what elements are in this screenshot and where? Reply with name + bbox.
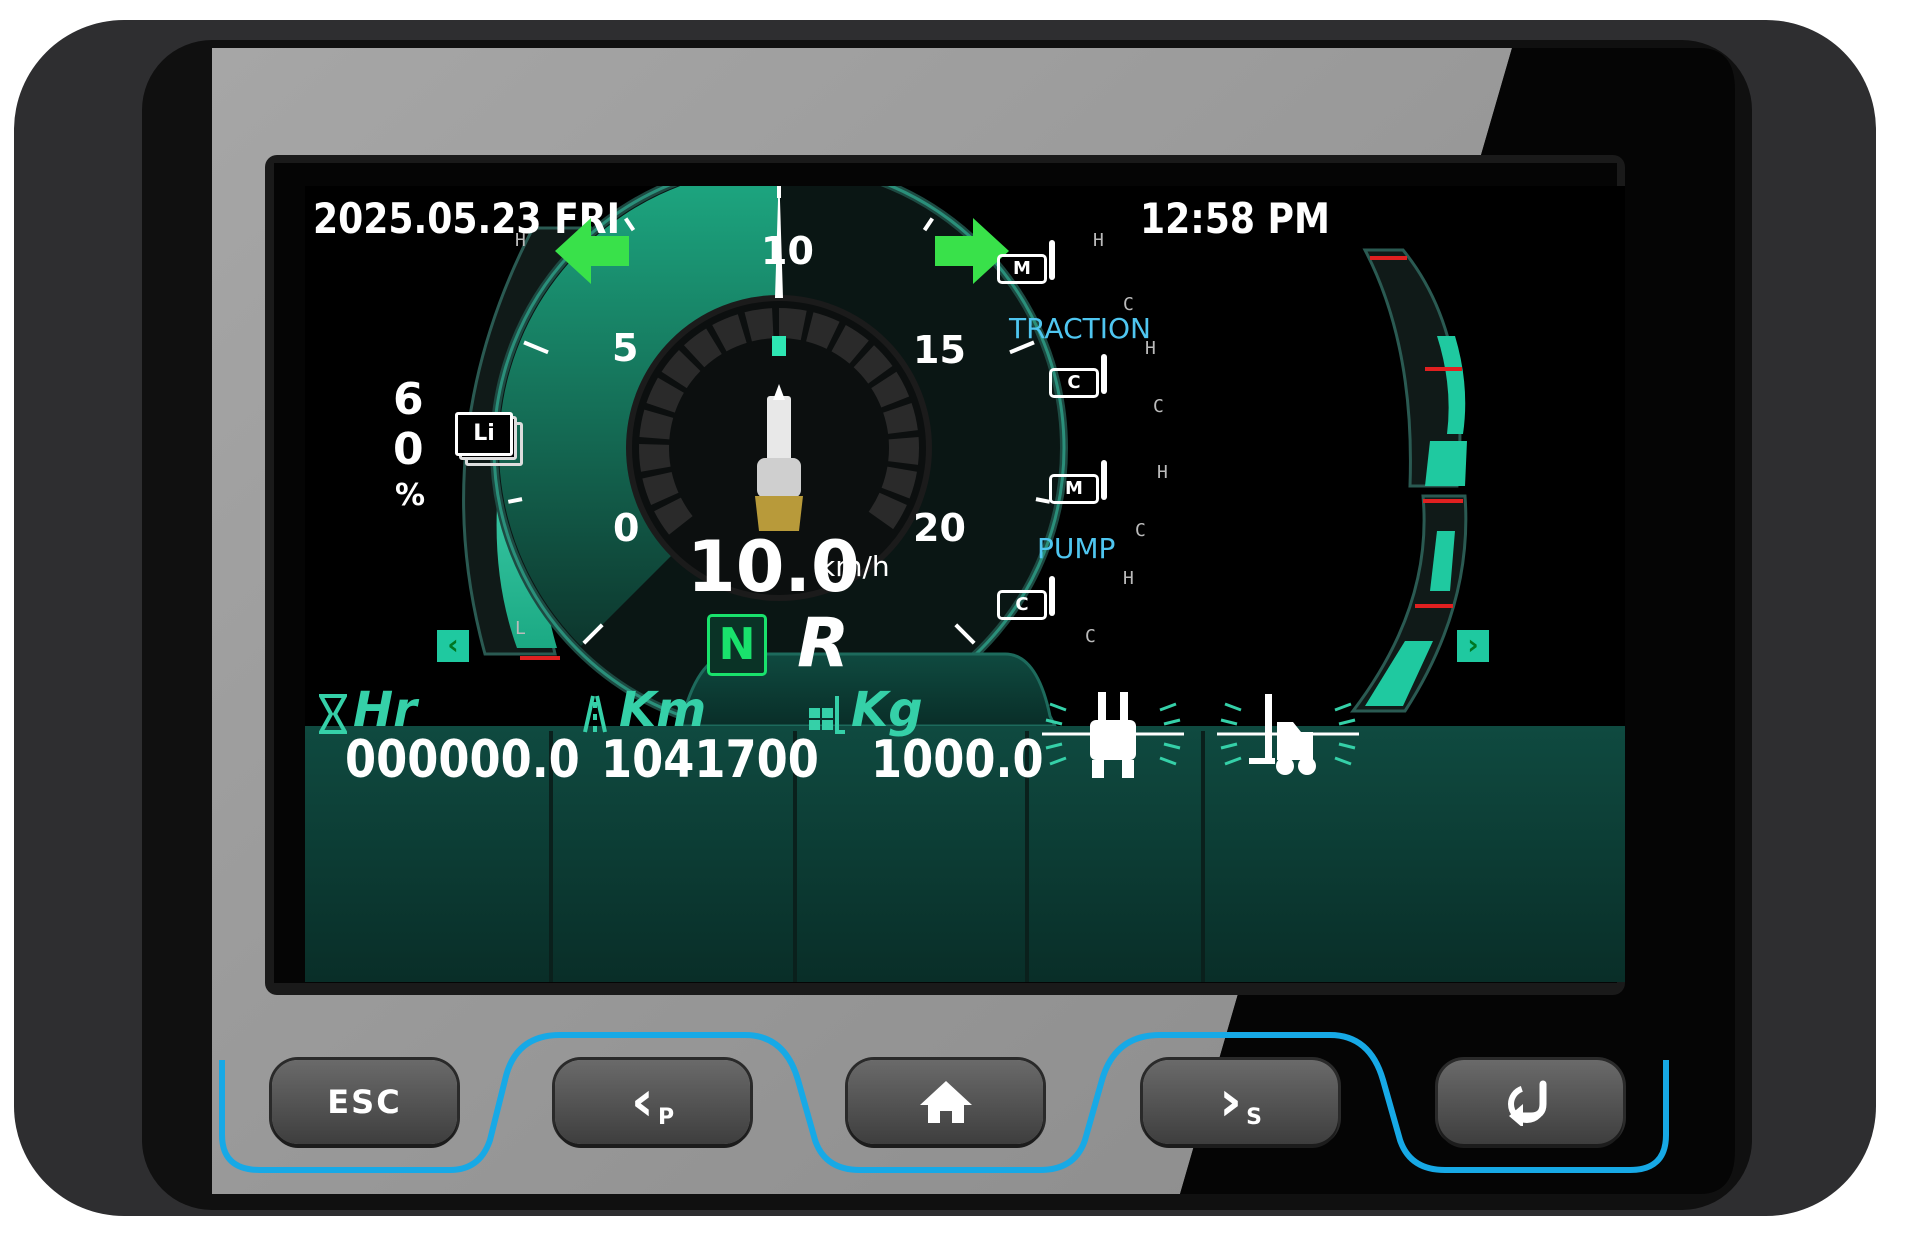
gauge-graphics [305, 186, 1625, 982]
battery-low-label: L [515, 618, 526, 639]
speed-unit: km/h [819, 550, 890, 583]
hourglass-icon [317, 694, 349, 734]
traction-motor-hot-label: H [1093, 230, 1104, 251]
time-label: 12:58 PM [1140, 194, 1330, 243]
battery-percent-digit-2: 0 [393, 424, 424, 475]
next-page-button[interactable]: › S [1143, 1060, 1338, 1144]
speed-tick-10: 10 [761, 229, 814, 273]
pump-label: PUMP [1037, 532, 1116, 565]
pump-controller-hot-label: H [1123, 568, 1134, 589]
traction-controller-cold-label: C [1153, 396, 1164, 417]
speed-scale-tick [507, 497, 523, 504]
gear-neutral-indicator: N [707, 614, 767, 676]
left-turn-arrow-icon [555, 218, 629, 284]
chevron-left-icon: ‹ [630, 1069, 654, 1134]
speed-tick-0: 0 [613, 506, 640, 550]
speed-scale-tick [1035, 497, 1051, 504]
hours-value: 000000.0 [345, 730, 580, 790]
speed-tick-5: 5 [612, 326, 639, 370]
forklift-side-view-icon [1215, 686, 1361, 784]
left-page-indicator-icon[interactable]: ‹ [437, 630, 469, 662]
forklift-front-view-icon [1040, 686, 1186, 784]
pump-controller-cold-label: C [1085, 626, 1096, 647]
home-icon [919, 1081, 972, 1123]
home-button[interactable] [848, 1060, 1043, 1144]
pump-motor-cold-label: C [1135, 520, 1146, 541]
pump-controller-temp-icon: C [997, 576, 1059, 622]
speed-tick-20: 20 [913, 506, 966, 550]
traction-motor-temp-icon: M [997, 240, 1059, 286]
enter-icon [1507, 1080, 1546, 1126]
right-page-indicator-icon[interactable]: › [1457, 630, 1489, 662]
battery-percent-digit-1: 6 [393, 374, 424, 425]
traction-label: TRACTION [1009, 312, 1151, 345]
traction-controller-temp-icon: C [1049, 354, 1111, 400]
lithium-battery-icon: Li [455, 412, 523, 466]
kg-value: 1000.0 [871, 730, 1044, 790]
km-value: 1041700 [601, 730, 819, 790]
chevron-right-icon: › [1219, 1069, 1243, 1134]
pump-motor-hot-label: H [1157, 462, 1168, 483]
pump-motor-temp-icon: M [1049, 460, 1111, 506]
display-screen: 2025.05.23 FRI 12:58 PM H L 6 0 % Li ‹ ›… [305, 186, 1625, 982]
inner-ring-segment [888, 437, 919, 465]
battery-percent-sign: % [395, 478, 426, 513]
speed-tick-15: 15 [913, 328, 966, 372]
road-distance-icon [575, 694, 615, 734]
battery-high-label: H [515, 230, 526, 251]
prev-button-subscript: P [657, 1104, 675, 1130]
gear-reverse-indicator: R [797, 604, 850, 683]
load-weight-icon [807, 694, 847, 734]
prev-page-button[interactable]: ‹ P [555, 1060, 750, 1144]
esc-button[interactable]: ESC [272, 1060, 457, 1144]
next-button-subscript: S [1246, 1104, 1262, 1130]
enter-button[interactable] [1438, 1060, 1623, 1144]
